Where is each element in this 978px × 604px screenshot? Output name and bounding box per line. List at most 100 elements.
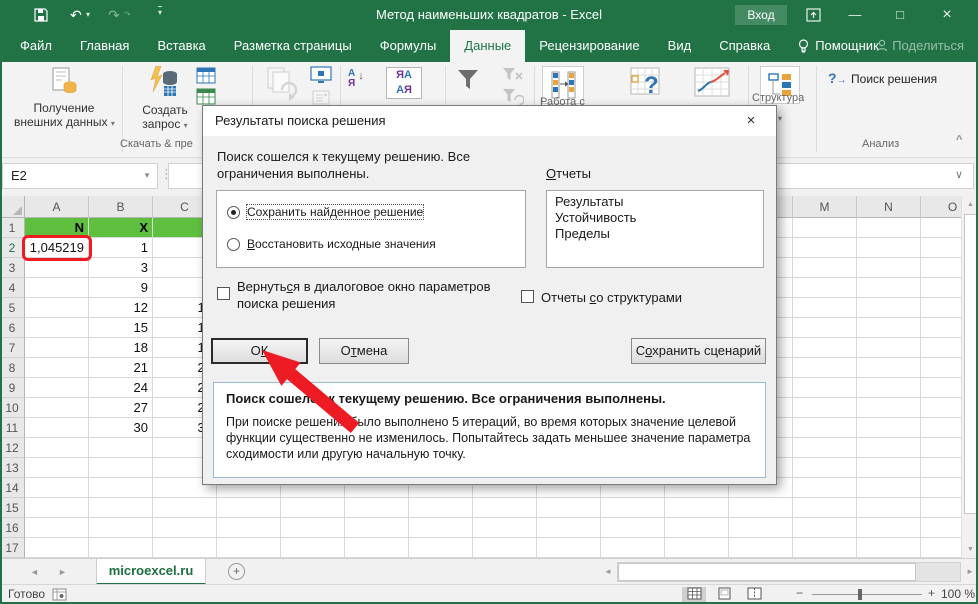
grid-cell[interactable]: 21 [89,358,153,378]
grid-cell[interactable] [857,338,921,358]
grid-cell[interactable] [921,358,961,378]
grid-cell[interactable] [793,478,857,498]
grid-cell[interactable] [25,518,89,538]
row-header[interactable]: 10 [0,398,25,418]
grid-cell[interactable]: 1 [89,238,153,258]
dialog-title-bar[interactable]: Результаты поиска решения × [203,106,776,136]
grid-cell[interactable] [153,518,217,538]
grid-cell[interactable] [665,538,729,558]
grid-cell[interactable] [537,498,601,518]
column-header[interactable]: B [89,196,153,218]
show-queries-icon[interactable] [196,67,216,84]
grid-cell[interactable] [921,278,961,298]
grid-cell[interactable] [857,258,921,278]
sort-ascending-icon[interactable]: А↓ Я [348,68,374,89]
grid-cell[interactable] [281,538,345,558]
structure-dropdown-icon[interactable]: ▾ [778,114,782,123]
grid-cell[interactable] [153,498,217,518]
grid-cell[interactable] [793,458,857,478]
grid-cell[interactable]: 12 [89,298,153,318]
row-header[interactable]: 9 [0,378,25,398]
grid-cell[interactable] [793,438,857,458]
tab-page-layout[interactable]: Разметка страницы [220,30,366,62]
grid-cell[interactable] [25,298,89,318]
keep-solution-radio[interactable] [227,206,240,219]
column-header[interactable]: A [25,196,89,218]
macro-record-icon[interactable] [52,588,67,601]
grid-cell[interactable] [921,378,961,398]
grid-cell[interactable] [921,438,961,458]
select-all-corner[interactable] [0,196,25,218]
grid-cell[interactable] [25,358,89,378]
grid-cell[interactable] [921,458,961,478]
dialog-close-icon[interactable]: × [738,110,764,132]
grid-cell[interactable]: 18 [89,338,153,358]
normal-view-button[interactable] [682,587,706,603]
zoom-slider-thumb[interactable] [858,589,862,600]
grid-cell[interactable] [89,458,153,478]
row-header[interactable]: 13 [0,458,25,478]
grid-cell[interactable] [25,478,89,498]
grid-cell[interactable]: 30 [89,418,153,438]
solver-button[interactable]: ?→ Поиск решения [828,70,937,88]
grid-cell[interactable] [793,498,857,518]
grid-cell[interactable] [25,438,89,458]
signin-button[interactable]: Вход [735,5,787,25]
row-header[interactable]: 11 [0,418,25,438]
what-if-analysis-icon[interactable]: ? [630,67,664,99]
from-table-icon[interactable] [196,88,216,105]
grid-cell[interactable] [473,498,537,518]
name-box[interactable]: E2 [2,163,158,189]
horizontal-scroll-thumb[interactable] [618,563,916,581]
grid-cell[interactable] [409,498,473,518]
grid-cell[interactable] [921,318,961,338]
tab-help[interactable]: Справка [705,30,784,62]
grid-cell[interactable] [793,538,857,558]
grid-cell[interactable]: X [89,218,153,238]
report-item-results[interactable]: Результаты [555,194,755,210]
grid-cell[interactable] [793,278,857,298]
connections-icon[interactable] [310,66,332,84]
grid-cell[interactable] [25,538,89,558]
grid-cell[interactable] [25,458,89,478]
row-header[interactable]: 15 [0,498,25,518]
grid-cell[interactable] [729,518,793,538]
horizontal-scrollbar[interactable]: ◄ ► [600,560,978,584]
outline-reports-label[interactable]: Отчеты со структурами [541,290,682,305]
tab-review[interactable]: Рецензирование [525,30,653,62]
grid-cell[interactable] [921,258,961,278]
grid-cell[interactable] [921,478,961,498]
grid-cell[interactable] [601,498,665,518]
grid-cell[interactable] [857,238,921,258]
maximize-button[interactable]: □ [885,0,915,30]
grid-cell[interactable] [217,538,281,558]
formula-expand-icon[interactable]: ∨ [955,168,963,181]
grid-cell[interactable] [409,518,473,538]
tab-insert[interactable]: Вставка [143,30,219,62]
row-header[interactable]: 4 [0,278,25,298]
grid-cell[interactable] [409,538,473,558]
grid-cell[interactable] [921,498,961,518]
grid-cell[interactable] [153,538,217,558]
grid-cell[interactable]: 15 [89,318,153,338]
grid-cell[interactable] [793,298,857,318]
row-header[interactable]: 12 [0,438,25,458]
grid-cell[interactable] [25,498,89,518]
grid-cell[interactable] [25,418,89,438]
create-query-button[interactable]: Создать запрос ▾ [136,66,194,131]
sheet-nav-left-icon[interactable]: ◄ [30,559,39,585]
return-to-dialog-label[interactable]: Вернуться в диалоговое окно параметров п… [237,278,491,312]
grid-cell[interactable] [857,318,921,338]
grid-cell[interactable] [25,338,89,358]
grid-cell[interactable] [25,398,89,418]
zoom-in-button[interactable]: + [928,586,935,600]
grid-cell[interactable] [89,518,153,538]
grid-cell[interactable] [281,498,345,518]
grid-cell[interactable] [857,478,921,498]
grid-cell[interactable] [345,538,409,558]
grid-cell[interactable] [665,518,729,538]
column-header[interactable]: N [857,196,921,218]
grid-cell[interactable] [473,538,537,558]
ribbon-display-options-icon[interactable] [806,8,821,22]
tab-view[interactable]: Вид [654,30,706,62]
